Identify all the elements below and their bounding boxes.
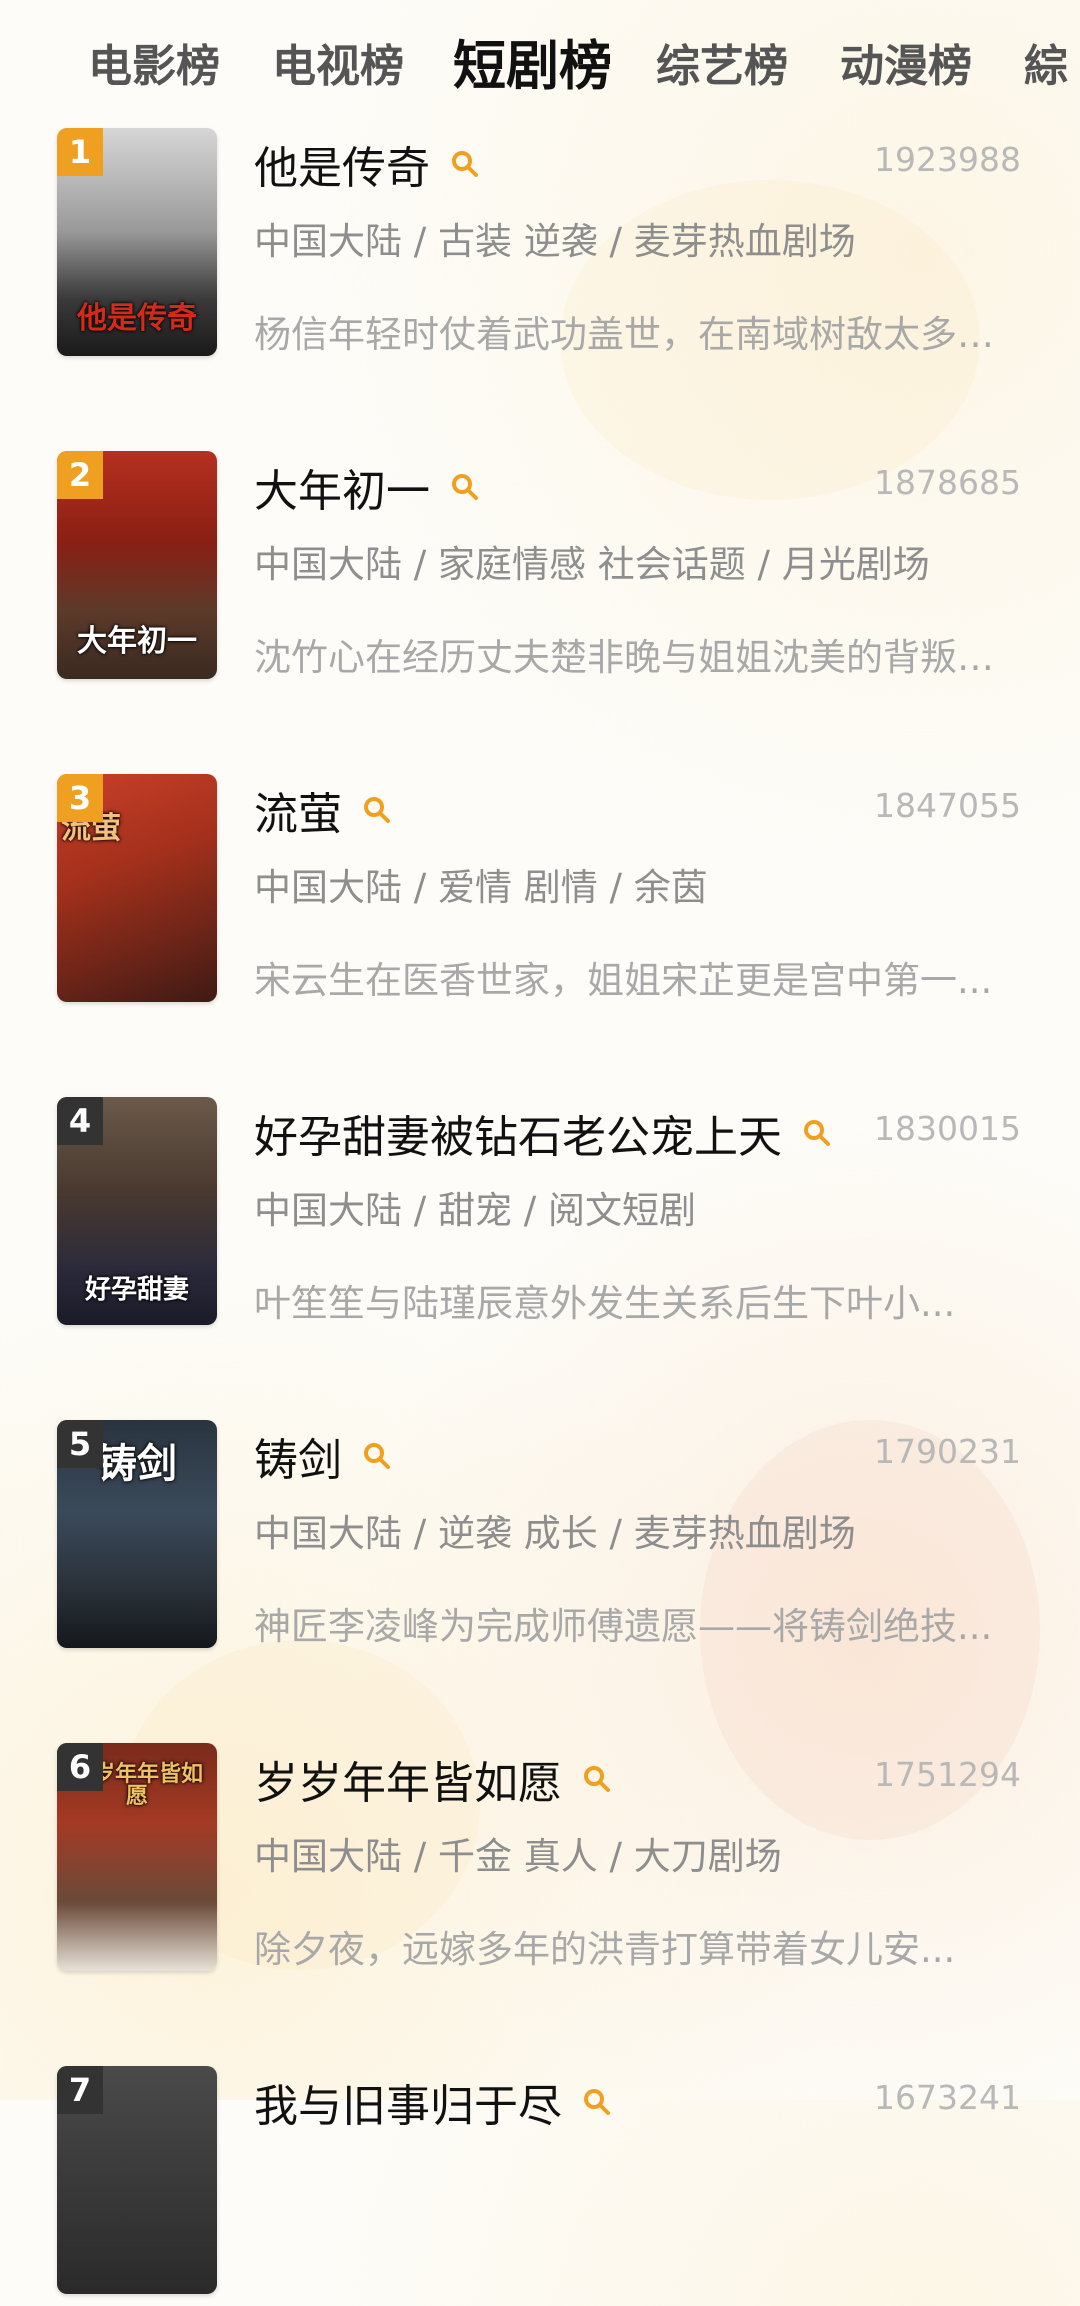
drama-description: 神匠李凌峰为完成师傅遗愿——将铸剑绝技... — [254, 1605, 993, 1648]
rank-badge: 4 — [57, 1097, 103, 1145]
drama-description: 叶笙笙与陆瑾辰意外发生关系后生下叶小... — [254, 1282, 956, 1325]
drama-meta: 中国大陆 / 家庭情感 社会话题 / 月光剧场 — [254, 543, 930, 586]
list-item[interactable]: 流萤 3 流萤 1847055 中国大陆 / 爱情 剧情 / 余茵 宋云生在医香… — [0, 774, 1080, 1014]
search-icon[interactable] — [582, 2087, 612, 2117]
rank-badge: 5 — [57, 1420, 103, 1468]
drama-title[interactable]: 流萤 — [254, 778, 392, 842]
rank-badge: 6 — [57, 1743, 103, 1791]
popularity-score: 1751294 — [874, 1755, 1021, 1794]
drama-title[interactable]: 岁岁年年皆如愿 — [254, 1747, 612, 1811]
search-icon[interactable] — [362, 795, 392, 825]
drama-meta: 中国大陆 / 爱情 剧情 / 余茵 — [254, 866, 708, 909]
search-icon[interactable] — [450, 472, 480, 502]
drama-description: 宋云生在医香世家，姐姐宋芷更是宫中第一... — [254, 959, 993, 1002]
drama-title[interactable]: 他是传奇 — [254, 132, 480, 196]
drama-title[interactable]: 我与旧事归于尽 — [254, 2070, 612, 2134]
drama-title[interactable]: 好孕甜妻被钻石老公宠上天 — [254, 1101, 832, 1165]
list-item[interactable]: 大年初一 2 大年初一 1878685 中国大陆 / 家庭情感 社会话题 / 月… — [0, 451, 1080, 691]
tab-tv[interactable]: 电视榜 — [272, 30, 404, 94]
list-item[interactable]: 他是传奇 1 他是传奇 1923988 中国大陆 / 古装 逆袭 / 麦芽热血剧… — [0, 128, 1080, 368]
search-icon[interactable] — [450, 149, 480, 179]
popularity-score: 1830015 — [874, 1109, 1021, 1148]
tab-movies[interactable]: 电影榜 — [88, 30, 220, 94]
popularity-score: 1847055 — [874, 786, 1021, 825]
drama-description: 杨信年轻时仗着武功盖世，在南域树敌太多，... — [254, 313, 1014, 356]
search-icon[interactable] — [802, 1118, 832, 1148]
drama-title[interactable]: 大年初一 — [254, 455, 480, 519]
drama-meta: 中国大陆 / 逆袭 成长 / 麦芽热血剧场 — [254, 1512, 856, 1555]
drama-description: 除夕夜，远嫁多年的洪青打算带着女儿安... — [254, 1928, 956, 1971]
rank-badge: 3 — [57, 774, 103, 822]
tab-anime[interactable]: 动漫榜 — [840, 30, 972, 94]
popularity-score: 1878685 — [874, 463, 1021, 502]
category-tabs: 电影榜 电视榜 短剧榜 综艺榜 动漫榜 綜 — [0, 0, 1080, 120]
drama-description: 沈竹心在经历丈夫楚非晚与姐姐沈美的背叛后... — [254, 636, 1014, 679]
drama-meta: 中国大陆 / 甜宠 / 阅文短剧 — [254, 1189, 696, 1232]
rank-badge: 2 — [57, 451, 103, 499]
popularity-score: 1673241 — [874, 2078, 1021, 2117]
list-item[interactable]: 岁岁年年皆如愿 6 岁岁年年皆如愿 1751294 中国大陆 / 千金 真人 /… — [0, 1743, 1080, 1983]
tab-short-drama[interactable]: 短剧榜 — [453, 24, 612, 100]
tab-variety[interactable]: 综艺榜 — [656, 30, 788, 94]
list-item[interactable]: 好孕甜妻 4 好孕甜妻被钻石老公宠上天 1830015 中国大陆 / 甜宠 / … — [0, 1097, 1080, 1337]
popularity-score: 1790231 — [874, 1432, 1021, 1471]
search-icon[interactable] — [362, 1441, 392, 1471]
popularity-score: 1923988 — [874, 140, 1021, 179]
drama-meta: 中国大陆 / 千金 真人 / 大刀剧场 — [254, 1835, 782, 1878]
list-item[interactable]: 铸剑 5 铸剑 1790231 中国大陆 / 逆袭 成长 / 麦芽热血剧场 神匠… — [0, 1420, 1080, 1660]
tab-more[interactable]: 綜 — [1024, 30, 1068, 94]
drama-title[interactable]: 铸剑 — [254, 1424, 392, 1488]
rank-badge: 7 — [57, 2066, 103, 2114]
drama-meta: 中国大陆 / 古装 逆袭 / 麦芽热血剧场 — [254, 220, 856, 263]
search-icon[interactable] — [582, 1764, 612, 1794]
rank-badge: 1 — [57, 128, 103, 176]
list-item[interactable]: 7 我与旧事归于尽 1673241 — [0, 2066, 1080, 2306]
